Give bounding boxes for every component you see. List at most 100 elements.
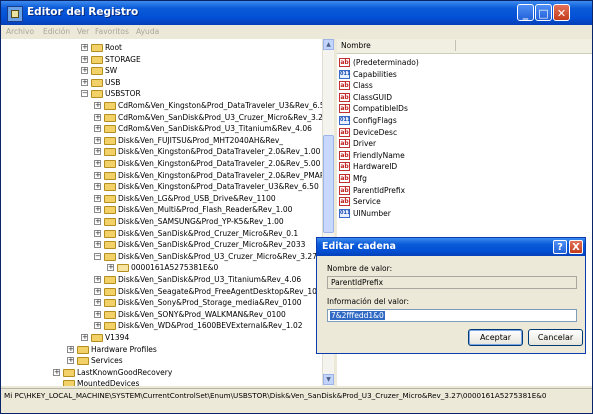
folder-icon: [91, 78, 103, 87]
collapse-toggle-icon[interactable]: −: [81, 90, 88, 98]
string-value-icon: ab: [339, 92, 350, 102]
minimize-button[interactable]: _: [517, 4, 534, 21]
registry-tree[interactable]: + Root + STORAGE + SW + USB − USBSTOR + CdRom&Ven_K…: [1, 39, 334, 386]
tree-node-label: CdRom&Ven_SanDisk&Prod_U3_Cruzer_Micro&R…: [118, 112, 328, 122]
value-name: (Predeterminado): [353, 58, 419, 67]
expand-toggle-icon[interactable]: +: [53, 368, 60, 376]
tree-node-label: Disk&Ven_SanDisk&Prod_U3_Titanium&Rev_4.…: [118, 275, 302, 284]
expand-toggle-icon[interactable]: +: [107, 264, 114, 272]
expand-toggle-icon[interactable]: +: [94, 171, 101, 179]
expand-toggle-icon[interactable]: +: [94, 218, 101, 225]
expand-toggle-icon[interactable]: +: [81, 55, 88, 63]
maximize-button[interactable]: □: [535, 4, 552, 21]
value-data-input[interactable]: 7&2fffedd1&0: [327, 309, 577, 322]
expand-toggle-icon[interactable]: +: [94, 229, 101, 237]
folder-icon: [91, 44, 103, 52]
tree-node-label: SW: [105, 66, 118, 76]
string-value-icon: ab: [339, 139, 350, 149]
expand-toggle-icon[interactable]: +: [94, 241, 101, 249]
string-value-icon: ab: [339, 197, 350, 207]
menu-edicion[interactable]: Edición: [43, 27, 70, 36]
scroll-down-arrow[interactable]: ▼: [323, 374, 334, 385]
dialog-close-button[interactable]: X: [569, 240, 583, 254]
string-value-icon: ab: [339, 185, 350, 195]
open-folder-icon: [117, 264, 129, 273]
registry-editor-icon: [7, 6, 23, 22]
tree-node-label: Disk&Ven_Sony&Prod_Storage_media&Rev_010…: [118, 298, 302, 308]
value-name-label: Nombre de valor:: [327, 264, 393, 273]
tree-node-label: Disk&Ven_FUJITSU&Prod_MHT2040AH&Rev_: [118, 135, 284, 145]
tree-node-label: Disk&Ven_SanDisk&Prod_Cruzer_Micro&Rev_2…: [118, 240, 306, 250]
string-value-icon: ab: [339, 150, 350, 160]
expand-toggle-icon[interactable]: +: [94, 276, 101, 283]
expand-toggle-icon[interactable]: +: [94, 299, 101, 307]
value-data-text: 7&2fffedd1&0: [330, 311, 385, 320]
menu-archivo[interactable]: Archivo: [6, 27, 34, 36]
folder-icon: [104, 229, 116, 238]
ok-button[interactable]: Aceptar: [468, 329, 523, 346]
expand-toggle-icon[interactable]: +: [94, 113, 101, 121]
folder-icon: [91, 67, 103, 76]
folder-icon: [104, 194, 116, 203]
expand-toggle-icon[interactable]: +: [94, 136, 101, 144]
value-name: ParentIdPrefix: [353, 185, 406, 195]
string-value-icon: ab: [339, 58, 350, 67]
menu-ver[interactable]: Ver: [77, 27, 89, 36]
status-bar: Mi PC\HKEY_LOCAL_MACHINE\SYSTEM\CurrentC…: [1, 388, 592, 403]
folder-icon: [104, 160, 116, 168]
folder-icon: [104, 148, 116, 157]
tree-node-label: Disk&Ven_SONY&Prod_WALKMAN&Rev_0100: [118, 309, 286, 319]
tree-node-label: MountedDevices: [77, 379, 140, 386]
string-value-icon: ab: [339, 81, 350, 91]
expand-toggle-icon[interactable]: +: [94, 183, 101, 191]
folder-icon: [77, 357, 89, 366]
collapse-toggle-icon[interactable]: −: [94, 252, 101, 260]
column-separator[interactable]: [455, 40, 456, 51]
value-name: HardwareID: [353, 162, 398, 172]
folder-icon: [104, 125, 116, 134]
tree-node-label: CdRom&Ven_SanDisk&Prod_U3_Titanium&Rev_4…: [118, 124, 312, 134]
column-header-nombre[interactable]: Nombre: [337, 39, 592, 54]
expand-toggle-icon[interactable]: +: [94, 310, 101, 318]
menu-ayuda[interactable]: Ayuda: [136, 27, 159, 36]
value-name: Driver: [353, 139, 377, 149]
expand-toggle-icon[interactable]: +: [67, 357, 74, 365]
expand-toggle-icon[interactable]: +: [94, 322, 101, 330]
expand-toggle-icon[interactable]: +: [94, 102, 101, 109]
folder-icon: [104, 276, 116, 284]
expand-toggle-icon[interactable]: +: [81, 334, 88, 341]
tree-node-label: Disk&Ven_SAMSUNG&Prod_YP-K5&Rev_1.00: [118, 217, 284, 226]
scroll-thumb[interactable]: [323, 135, 334, 233]
string-value-icon: ab: [339, 174, 350, 183]
folder-icon: [91, 55, 103, 64]
expand-toggle-icon[interactable]: +: [94, 194, 101, 202]
expand-toggle-icon[interactable]: +: [67, 345, 74, 353]
scroll-up-arrow[interactable]: ▲: [323, 39, 334, 50]
value-name: ConfigFlags: [353, 116, 397, 125]
value-name: Service: [353, 197, 381, 207]
expand-toggle-icon[interactable]: +: [81, 78, 88, 86]
expand-toggle-icon[interactable]: +: [94, 160, 101, 167]
help-button[interactable]: ?: [553, 240, 567, 254]
close-button[interactable]: ✕: [553, 4, 570, 21]
expand-toggle-icon[interactable]: +: [94, 206, 101, 214]
string-value-icon: ab: [339, 127, 350, 137]
expand-toggle-icon[interactable]: +: [94, 287, 101, 295]
tree-node-label: Disk&Ven_LG&Prod_USB_Drive&Rev_1100: [118, 193, 276, 203]
expand-toggle-icon[interactable]: +: [94, 125, 101, 133]
dialog-title-bar[interactable]: Editar cadena ? X: [317, 238, 585, 256]
value-name: UINumber: [353, 208, 391, 218]
registry-editor-window: Editor del Registro _ □ ✕ Archivo Edició…: [0, 0, 593, 414]
folder-icon: [104, 136, 116, 145]
value-name: ClassGUID: [353, 92, 393, 102]
folder-icon: [104, 299, 116, 308]
menu-favoritos[interactable]: Favoritos: [95, 27, 129, 36]
tree-node-label: Disk&Ven_WD&Prod_1600BEVExternal&Rev_1.0…: [118, 321, 303, 331]
expand-toggle-icon[interactable]: +: [81, 44, 88, 51]
column-header-label: Nombre: [341, 41, 371, 50]
folder-icon: [104, 102, 116, 110]
expand-toggle-icon[interactable]: +: [94, 148, 101, 156]
cancel-button[interactable]: Cancelar: [528, 329, 583, 346]
expand-toggle-icon[interactable]: +: [81, 67, 88, 75]
title-bar[interactable]: Editor del Registro _ □ ✕: [1, 1, 592, 25]
